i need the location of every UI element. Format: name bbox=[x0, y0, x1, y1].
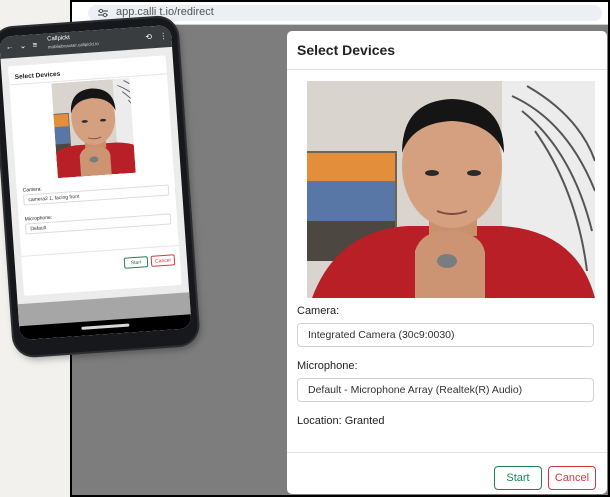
mobile-modal-title: Select Devices bbox=[14, 70, 61, 81]
mobile-camera-preview-image bbox=[51, 77, 136, 179]
mobile-tab-title: Callpickt bbox=[47, 35, 71, 43]
start-button[interactable]: Start bbox=[494, 466, 542, 490]
share-icon[interactable]: ⟲ bbox=[145, 32, 152, 41]
site-settings-icon[interactable]: ≡ bbox=[32, 40, 37, 49]
site-settings-icon[interactable] bbox=[97, 8, 109, 18]
mobile-phone: ← ⌄ ≡ Callpickt mobilebrowser.callpickt.… bbox=[0, 16, 211, 365]
select-devices-modal: Select Devices Camera: Integrated Camera… bbox=[287, 31, 607, 494]
mobile-start-button[interactable]: Start bbox=[123, 256, 149, 269]
camera-preview-image bbox=[307, 81, 595, 298]
mobile-camera-preview bbox=[51, 77, 136, 179]
microphone-select[interactable]: Default - Microphone Array (Realtek(R) A… bbox=[297, 378, 594, 402]
camera-preview bbox=[307, 81, 595, 298]
mobile-camera-select[interactable]: camera2 1, facing front bbox=[22, 184, 170, 206]
modal-footer: Start Cancel bbox=[287, 452, 607, 494]
phone-body: ← ⌄ ≡ Callpickt mobilebrowser.callpickt.… bbox=[0, 16, 199, 357]
home-gesture-bar[interactable] bbox=[81, 323, 130, 330]
mobile-browser-toolbar: ← ⌄ ≡ Callpickt mobilebrowser.callpickt.… bbox=[0, 24, 173, 59]
phone-screen: ← ⌄ ≡ Callpickt mobilebrowser.callpickt.… bbox=[0, 24, 192, 341]
more-menu-icon[interactable]: ⋮ bbox=[159, 31, 168, 41]
camera-select[interactable]: Integrated Camera (30c9:0030) bbox=[297, 323, 594, 347]
mobile-select-devices-modal: Select Devices Camera: camera2 1, facing… bbox=[8, 55, 182, 296]
camera-label: Camera: bbox=[297, 305, 340, 317]
back-arrow-icon[interactable]: ← bbox=[5, 42, 14, 52]
cancel-button[interactable]: Cancel bbox=[548, 466, 596, 490]
modal-header: Select Devices bbox=[287, 31, 607, 70]
mobile-cancel-button[interactable]: Cancel bbox=[150, 254, 176, 267]
chevron-down-icon[interactable]: ⌄ bbox=[19, 41, 26, 50]
page-url[interactable]: app.calli t.io/redirect bbox=[116, 6, 214, 18]
location-status: Location: Granted bbox=[297, 415, 385, 427]
microphone-label: Microphone: bbox=[297, 360, 358, 372]
modal-title: Select Devices bbox=[297, 42, 396, 58]
mobile-url[interactable]: mobilebrowser.callpickt.io bbox=[48, 41, 99, 50]
